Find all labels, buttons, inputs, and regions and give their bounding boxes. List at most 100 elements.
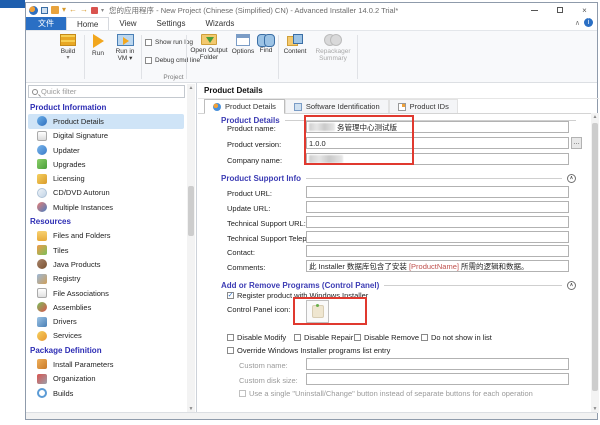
tab-view[interactable]: View [109, 17, 146, 30]
sidebar-item-files-and-folders[interactable]: Files and Folders [28, 229, 184, 243]
detail-tabstrip: Product Details Software Identification … [198, 99, 599, 114]
install-parameters-icon [37, 359, 47, 369]
update-url-label: Update URL: [227, 204, 270, 213]
build-button[interactable]: Build ▾ [54, 34, 82, 74]
undo-back-icon[interactable]: ← [69, 6, 77, 14]
content-button[interactable]: Content [281, 34, 309, 74]
tab-home[interactable]: Home [66, 17, 109, 30]
run-quick-icon[interactable] [91, 7, 98, 14]
scroll-up-icon[interactable]: ▲ [187, 84, 195, 92]
collapse-ribbon-icon[interactable]: ∧ [575, 19, 580, 27]
disable-repair-checkbox[interactable]: Disable Repair [294, 333, 353, 342]
sidebar-item-install-parameters[interactable]: Install Parameters [28, 357, 184, 371]
collapse-section-icon[interactable]: ∧ [567, 174, 576, 183]
window-title: 您的应用程序 - New Project (Chinese (Simplifie… [109, 5, 398, 16]
product-url-input[interactable] [306, 186, 569, 198]
sidebar-item-builds[interactable]: Builds [28, 386, 184, 400]
help-icon[interactable]: i [584, 18, 593, 27]
ribbon-group-label: Project [126, 74, 221, 81]
build-quick-icon[interactable] [51, 6, 59, 14]
main-scrollbar[interactable]: ▲ ▼ [591, 113, 599, 413]
override-programs-list-checkbox[interactable]: Override Windows Installer programs list… [227, 346, 390, 355]
multiple-instances-icon [37, 202, 47, 212]
sidebar-item-assemblies[interactable]: Assemblies [28, 300, 184, 314]
scroll-up-icon[interactable]: ▲ [591, 113, 599, 121]
checkbox-icon [145, 57, 152, 64]
sidebar-item-organization[interactable]: Organization [28, 372, 184, 386]
sidebar-scrollbar[interactable]: ▲ ▼ [187, 84, 195, 413]
quick-filter-box[interactable] [28, 85, 185, 98]
options-button[interactable]: Options [230, 34, 256, 74]
open-output-folder-icon [201, 34, 217, 45]
sidebar-item-label: Assemblies [53, 303, 91, 312]
tab-product-details[interactable]: Product Details [204, 99, 285, 113]
disable-modify-checkbox[interactable]: Disable Modify [227, 333, 286, 342]
minimize-icon [531, 10, 538, 11]
control-panel-icon-label: Control Panel icon: [227, 305, 290, 314]
close-button[interactable]: × [572, 3, 597, 17]
run-in-vm-button[interactable]: Run in VM ▾ [110, 34, 140, 74]
services-icon [37, 331, 47, 341]
sidebar-item-services[interactable]: Services [28, 329, 184, 343]
save-icon[interactable] [41, 7, 48, 14]
find-label: Find [260, 47, 273, 54]
redo-forward-icon[interactable]: → [80, 6, 88, 14]
open-output-folder-button[interactable]: Open Output Folder [189, 34, 229, 74]
scrollbar-thumb[interactable] [592, 123, 598, 391]
app-window: ▾ ← → ▾ 您的应用程序 - New Project (Chinese (S… [25, 2, 598, 420]
sidebar-item-file-associations[interactable]: File Associations [28, 286, 184, 300]
update-url-input[interactable] [306, 201, 569, 213]
minimize-button[interactable] [522, 3, 547, 17]
section-rule [384, 285, 562, 286]
content-icon [287, 34, 303, 46]
tab-settings[interactable]: Settings [147, 17, 196, 30]
sidebar-item-tiles[interactable]: Tiles [28, 243, 184, 257]
product-details-form: Product Details Product name: 务管理中心测试版 P… [198, 114, 592, 414]
drivers-icon [37, 317, 47, 327]
build-icon [60, 34, 76, 46]
panel-title: Product Details [198, 83, 599, 99]
custom-name-input[interactable] [306, 358, 569, 370]
sidebar-section-package-definition: Package Definition [26, 343, 186, 357]
find-button[interactable]: Find [256, 34, 276, 74]
contact-input[interactable] [306, 245, 569, 257]
run-button[interactable]: Run [87, 34, 109, 74]
comments-input[interactable]: 此 Installer 数据库包含了安装 [ProductName] 所需的逻辑… [306, 260, 569, 272]
sidebar-item-licensing[interactable]: Licensing [28, 171, 184, 185]
checkbox-icon [227, 334, 234, 341]
scrollbar-thumb[interactable] [188, 186, 194, 236]
sidebar-item-java-products[interactable]: Java Products [28, 257, 184, 271]
sidebar-item-digital-signature[interactable]: Digital Signature [28, 129, 184, 143]
collapse-section-icon[interactable]: ∧ [567, 281, 576, 290]
sidebar-item-product-details[interactable]: Product Details [28, 114, 184, 128]
custom-disk-size-input[interactable] [306, 373, 569, 385]
sidebar-item-drivers[interactable]: Drivers [28, 314, 184, 328]
qat-dropdown-icon[interactable]: ▾ [101, 7, 104, 14]
product-name-variable: [ProductName] [409, 262, 459, 271]
tab-software-identification[interactable]: Software Identification [285, 99, 389, 113]
tab-product-ids[interactable]: Product IDs [389, 99, 458, 113]
sidebar-item-multiple-instances[interactable]: Multiple Instances [28, 200, 184, 214]
window-controls: × [522, 3, 597, 17]
tab-file[interactable]: 文件 [26, 17, 66, 30]
ribbon-tab-row: 文件 Home View Settings Wizards [26, 17, 597, 31]
technical-support-url-input[interactable] [306, 216, 569, 228]
technical-support-telephone-input[interactable] [306, 231, 569, 243]
disable-remove-checkbox[interactable]: Disable Remove [354, 333, 419, 342]
software-identification-tab-icon [294, 103, 302, 111]
browse-version-button[interactable]: … [571, 137, 582, 149]
open-output-folder-label: Open Output Folder [190, 47, 227, 61]
sidebar-item-cd-dvd-autorun[interactable]: CD/DVD Autorun [28, 186, 184, 200]
sidebar-item-label: Services [53, 331, 82, 340]
quick-filter-input[interactable] [41, 87, 181, 96]
sidebar-item-updater[interactable]: Updater [28, 143, 184, 157]
maximize-button[interactable] [547, 3, 572, 17]
sidebar-item-upgrades[interactable]: Upgrades [28, 157, 184, 171]
repackager-summary-label: Repackager Summary [315, 48, 350, 62]
tab-wizards[interactable]: Wizards [195, 17, 244, 30]
do-not-show-in-list-checkbox[interactable]: Do not show in list [421, 333, 492, 342]
custom-name-label: Custom name: [239, 361, 288, 370]
dropdown-icon[interactable]: ▾ [62, 6, 66, 14]
contact-label: Contact: [227, 248, 255, 257]
sidebar-item-registry[interactable]: Registry [28, 272, 184, 286]
